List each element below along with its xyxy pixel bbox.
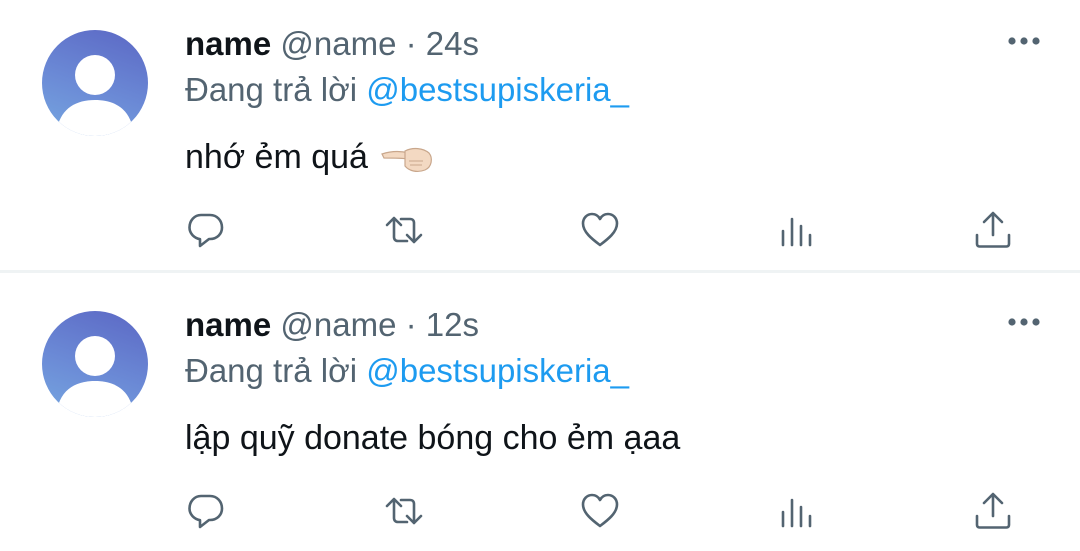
like-button[interactable]: [578, 489, 622, 533]
like-icon: [581, 493, 619, 528]
share-button[interactable]: [971, 489, 1015, 533]
reply-button[interactable]: [184, 489, 228, 533]
pointing-left-hand-icon: [381, 147, 433, 172]
mention-link[interactable]: @bestsupiskeria_: [366, 71, 629, 108]
analytics-button[interactable]: [775, 489, 819, 533]
tweet-text: lập quỹ donate bóng cho ẻm ạaa: [185, 415, 680, 461]
replying-to: Đang trả lời @bestsupiskeria_: [185, 349, 629, 393]
retweet-icon: [385, 216, 423, 244]
like-icon: [581, 212, 619, 247]
replying-to-label: Đang trả lời: [185, 352, 358, 389]
share-icon: [975, 211, 1011, 248]
default-avatar-icon: [56, 336, 134, 417]
tweet-divider: [0, 270, 1080, 273]
tweet-item[interactable]: name @name · 24s Đang trả lời @bestsupis…: [0, 0, 1080, 270]
retweet-icon: [385, 497, 423, 525]
timestamp[interactable]: 24s: [426, 25, 479, 62]
more-options-icon: [1008, 318, 1040, 326]
tweet-header: name @name · 12s: [185, 303, 479, 347]
analytics-icon: [781, 498, 812, 528]
user-handle[interactable]: @name: [280, 306, 396, 343]
separator-dot: ·: [405, 25, 417, 62]
separator-dot: ·: [405, 306, 417, 343]
more-options-button[interactable]: [1002, 26, 1046, 56]
mention-link[interactable]: @bestsupiskeria_: [366, 352, 629, 389]
avatar[interactable]: [42, 30, 148, 136]
tweet-text: nhớ ẻm quá: [185, 134, 435, 180]
reply-icon: [188, 213, 224, 248]
tweet-text-content: nhớ ẻm quá: [185, 138, 368, 176]
default-avatar-icon: [56, 55, 134, 136]
more-options-button[interactable]: [1002, 307, 1046, 337]
display-name[interactable]: name: [185, 25, 271, 62]
like-button[interactable]: [578, 208, 622, 252]
replying-to: Đang trả lời @bestsupiskeria_: [185, 68, 629, 112]
avatar[interactable]: [42, 311, 148, 417]
share-icon: [975, 492, 1011, 529]
tweet-item[interactable]: name @name · 12s Đang trả lời @bestsupis…: [0, 281, 1080, 551]
tweet-header: name @name · 24s: [185, 22, 479, 66]
tweet-text-content: lập quỹ donate bóng cho ẻm ạaa: [185, 419, 681, 457]
retweet-button[interactable]: [382, 208, 426, 252]
more-options-icon: [1008, 37, 1040, 45]
reply-button[interactable]: [184, 208, 228, 252]
display-name[interactable]: name: [185, 306, 271, 343]
timestamp[interactable]: 12s: [426, 306, 479, 343]
analytics-button[interactable]: [775, 208, 819, 252]
reply-icon: [188, 494, 224, 529]
analytics-icon: [781, 217, 812, 247]
retweet-button[interactable]: [382, 489, 426, 533]
replying-to-label: Đang trả lời: [185, 71, 358, 108]
user-handle[interactable]: @name: [280, 25, 396, 62]
share-button[interactable]: [971, 208, 1015, 252]
